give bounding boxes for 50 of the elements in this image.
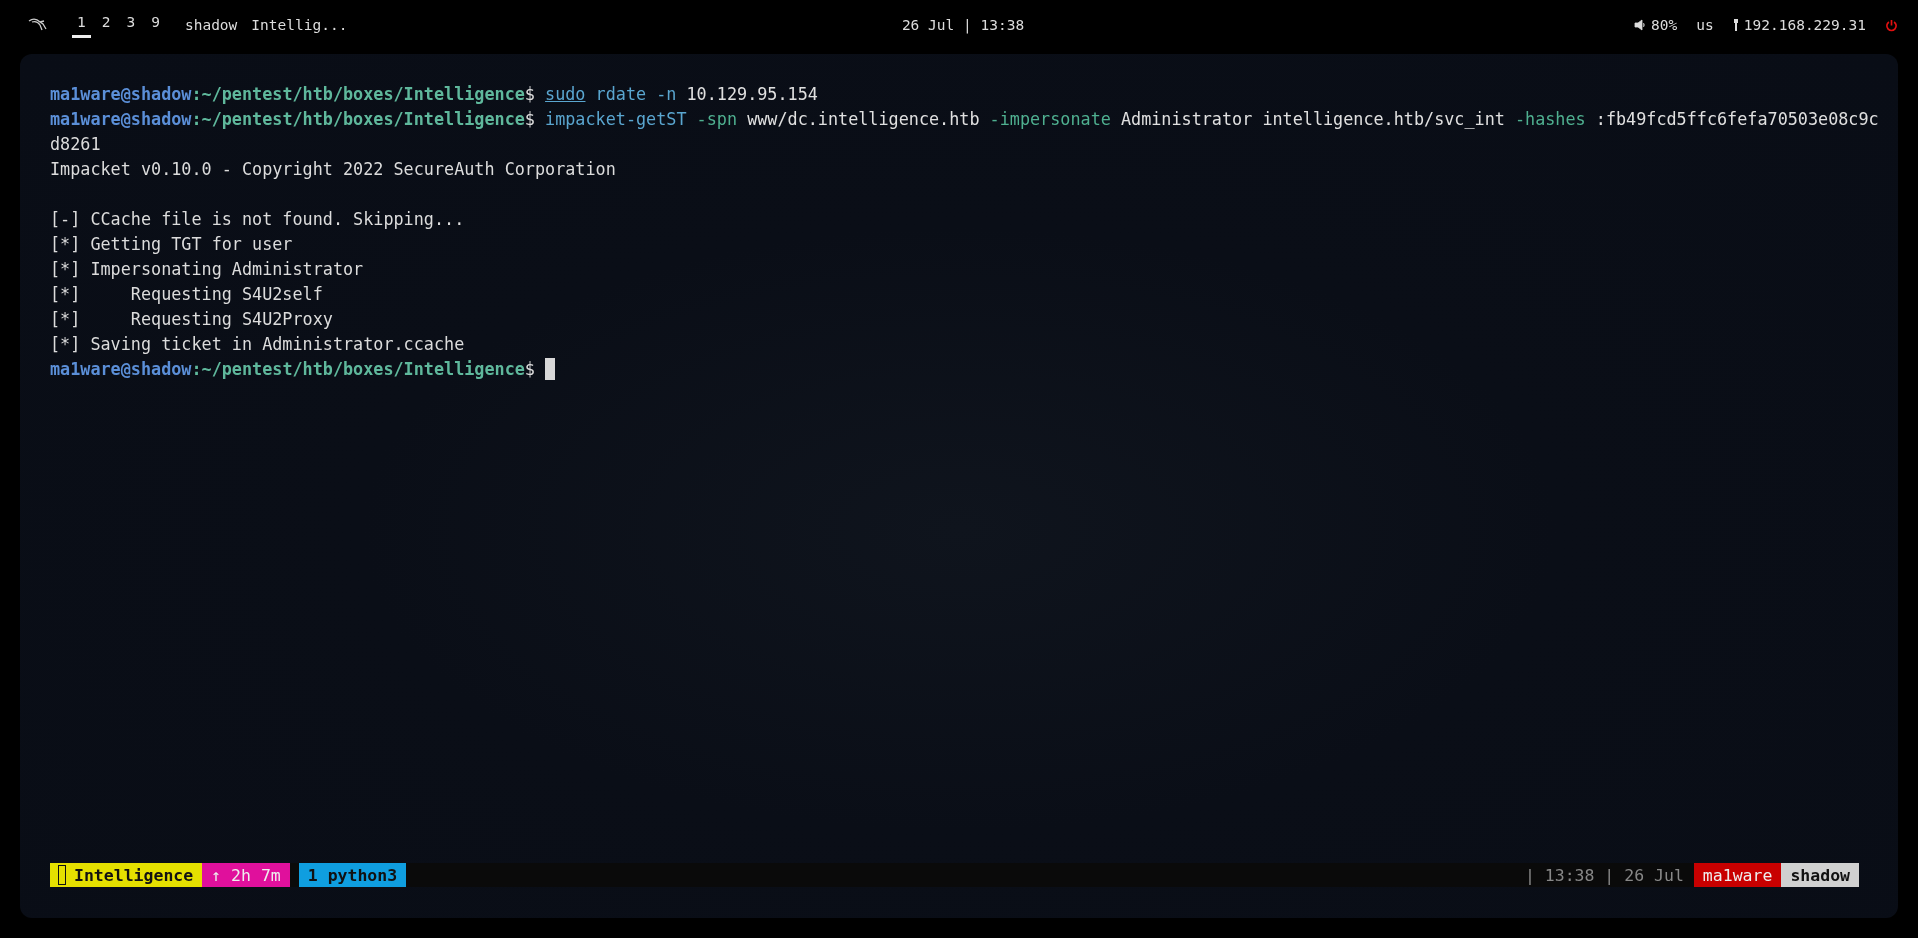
command-word: impacket-getST xyxy=(545,109,687,129)
command-word: sudo xyxy=(545,84,586,104)
dragon-logo-icon[interactable] xyxy=(28,18,48,32)
window-title[interactable]: Intellig... xyxy=(251,17,348,33)
argument-text: Administrator xyxy=(1120,109,1253,129)
workspace-tab[interactable]: 1 xyxy=(72,12,91,38)
output-line: [*] Saving ticket in Administrator.ccache xyxy=(50,334,465,354)
prompt-symbol: $ xyxy=(524,359,535,379)
argument-text: www/dc.intelligence.htb xyxy=(747,109,980,129)
argument-text: intelligence.htb/svc_int xyxy=(1262,109,1505,129)
output-line: [*] Requesting S4U2self xyxy=(50,284,323,304)
speaker-icon xyxy=(1634,19,1647,31)
session-icon xyxy=(58,865,66,885)
volume-text: 80% xyxy=(1651,17,1678,33)
workspace-tab[interactable]: 2 xyxy=(96,12,116,38)
prompt-path: :~/pentest/htb/boxes/Intelligence xyxy=(191,84,525,104)
clock-text: 26 Jul | 13:38 xyxy=(901,17,1025,33)
time-date-text: | 13:38 | 26 Jul xyxy=(1524,865,1684,885)
workspace-tab[interactable]: 9 xyxy=(146,12,165,38)
output-line: [*] Impersonating Administrator xyxy=(50,259,364,279)
command-word: rdate xyxy=(595,84,647,104)
window-title[interactable]: shadow xyxy=(184,17,238,33)
prompt-path: :~/pentest/htb/boxes/Intelligence xyxy=(191,109,525,129)
output-line: [*] Getting TGT for user xyxy=(50,234,293,254)
window-segment[interactable]: 1 python3 xyxy=(298,863,407,887)
prompt-user: ma1ware@shadow xyxy=(50,109,192,129)
option-text: -impersonate xyxy=(989,109,1111,129)
option-text: -hashes xyxy=(1514,109,1586,129)
command-word: -n xyxy=(656,84,677,104)
output-line: d8261 xyxy=(50,134,101,154)
workspace-tab[interactable]: 3 xyxy=(121,12,141,38)
output-line: [*] Requesting S4U2Proxy xyxy=(50,309,333,329)
prompt-symbol: $ xyxy=(524,84,535,104)
network-icon xyxy=(1732,19,1739,31)
session-name: Intelligence xyxy=(74,865,194,885)
output-line: [-] CCache file is not found. Skipping... xyxy=(50,209,465,229)
uptime-segment: ↑ 2h 7m xyxy=(202,863,290,887)
prompt-user: ma1ware@shadow xyxy=(50,84,192,104)
ip-address-text: 192.168.229.31 xyxy=(1743,17,1866,33)
host-segment: shadow xyxy=(1781,863,1859,887)
prompt-user: ma1ware@shadow xyxy=(50,359,192,379)
argument-text: :fb49fcd5ffc6fefa70503e08c9c xyxy=(1595,109,1879,129)
prompt-path: :~/pentest/htb/boxes/Intelligence xyxy=(191,359,525,379)
argument-text: 10.129.95.154 xyxy=(686,84,818,104)
output-line: Impacket v0.10.0 - Copyright 2022 SecureAuth Corporation xyxy=(50,159,616,179)
prompt-symbol: $ xyxy=(524,109,535,129)
keyboard-layout-text: us xyxy=(1696,17,1714,33)
user-segment: ma1ware xyxy=(1693,863,1782,887)
power-icon[interactable] xyxy=(1885,18,1898,32)
option-text: -spn xyxy=(696,109,738,129)
